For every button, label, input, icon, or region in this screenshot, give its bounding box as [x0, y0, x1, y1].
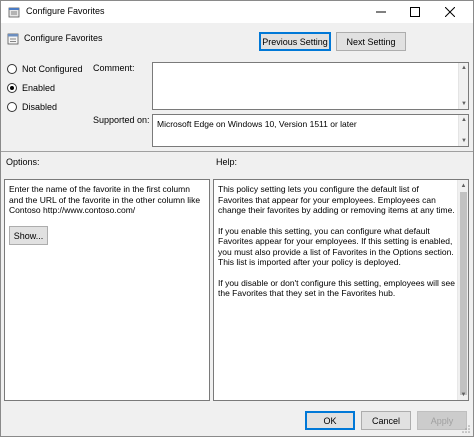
- help-panel[interactable]: This policy setting lets you configure t…: [213, 179, 469, 401]
- radio-circle[interactable]: [7, 102, 17, 112]
- comment-scrollbar[interactable]: ▲ ▼: [458, 63, 468, 109]
- radio-label-enabled: Enabled: [22, 83, 56, 93]
- policy-editor-icon: [8, 7, 20, 18]
- policy-title: Configure Favorites: [24, 33, 103, 43]
- supported-on-value: Microsoft Edge on Windows 10, Version 15…: [157, 119, 357, 129]
- radio-selected-dot: [10, 86, 14, 90]
- radio-disabled[interactable]: Disabled: [7, 102, 57, 112]
- cancel-button[interactable]: Cancel: [361, 411, 411, 430]
- scroll-down-icon[interactable]: ▼: [458, 389, 469, 400]
- help-text: This policy setting lets you configure t…: [218, 184, 456, 309]
- options-panel: Enter the name of the favorite in the fi…: [4, 179, 210, 401]
- scroll-down-icon[interactable]: ▼: [459, 99, 469, 109]
- scroll-up-icon[interactable]: ▲: [459, 63, 469, 73]
- comment-label: Comment:: [93, 63, 135, 73]
- show-button[interactable]: Show...: [9, 226, 48, 245]
- radio-label-disabled: Disabled: [22, 102, 58, 112]
- radio-enabled[interactable]: Enabled: [7, 83, 55, 93]
- window-title: Configure Favorites: [26, 6, 105, 16]
- help-paragraph: This policy setting lets you configure t…: [218, 184, 455, 215]
- comment-textarea[interactable]: ▲ ▼: [152, 62, 469, 110]
- scroll-up-icon[interactable]: ▲: [458, 180, 469, 191]
- policy-dialog: Configure Favorites Configure Favorites …: [0, 0, 474, 437]
- scroll-up-icon[interactable]: ▲: [459, 115, 469, 125]
- help-label: Help:: [216, 157, 238, 167]
- help-paragraph: If you enable this setting, you can conf…: [218, 225, 454, 268]
- supported-on-label: Supported on:: [93, 115, 150, 125]
- maximize-button[interactable]: [398, 1, 432, 23]
- supported-on-field: Microsoft Edge on Windows 10, Version 15…: [152, 114, 469, 147]
- options-label: Options:: [6, 157, 40, 167]
- previous-setting-button[interactable]: Previous Setting: [259, 32, 331, 51]
- scroll-thumb[interactable]: [460, 192, 467, 395]
- help-paragraph: If you disable or don't configure this s…: [218, 277, 455, 299]
- apply-button: Apply: [417, 411, 467, 430]
- options-description: Enter the name of the favorite in the fi…: [9, 184, 201, 215]
- next-setting-button[interactable]: Next Setting: [336, 32, 406, 51]
- maximize-icon: [410, 7, 420, 17]
- help-scrollbar[interactable]: ▲ ▼: [457, 180, 468, 400]
- close-button[interactable]: [433, 1, 467, 23]
- resize-grip-icon[interactable]: [461, 424, 471, 434]
- minimize-icon: [376, 11, 386, 13]
- scroll-down-icon[interactable]: ▼: [459, 136, 469, 146]
- close-icon: [445, 7, 455, 17]
- supported-scrollbar[interactable]: ▲ ▼: [458, 115, 468, 146]
- minimize-button[interactable]: [364, 1, 398, 23]
- radio-label-not-configured: Not Configured: [22, 64, 83, 74]
- section-divider: [1, 151, 473, 152]
- radio-not-configured[interactable]: Not Configured: [7, 64, 83, 74]
- radio-circle[interactable]: [7, 64, 17, 74]
- ok-button[interactable]: OK: [305, 411, 355, 430]
- policy-setting-icon: [7, 33, 19, 45]
- title-bar[interactable]: Configure Favorites: [1, 1, 473, 23]
- radio-circle-selected[interactable]: [7, 83, 17, 93]
